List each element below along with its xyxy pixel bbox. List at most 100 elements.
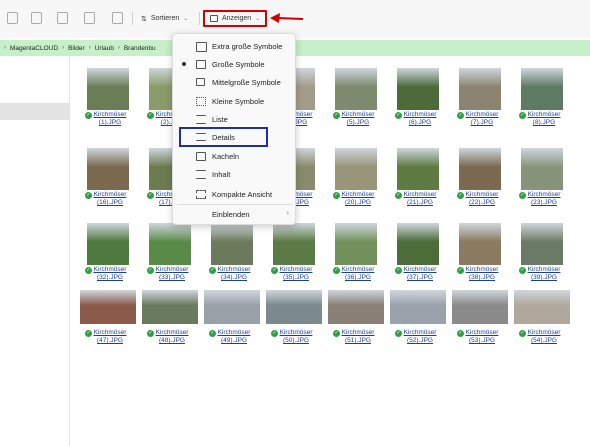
delete-icon[interactable] (112, 12, 123, 24)
file-name-suffix: (6).JPG (408, 119, 432, 126)
file-name: Kirchmöser (21).JPG (390, 191, 450, 207)
file-tile[interactable]: ✓ Kirchmöser (8).JPG (514, 68, 570, 130)
photo-thumbnail (211, 223, 253, 265)
file-name-prefix: Kirchmöser (93, 111, 127, 118)
file-tile[interactable]: ✓ Kirchmöser (1).JPG (80, 68, 136, 130)
nav-selected-item[interactable] (0, 103, 70, 120)
file-tile[interactable]: ✓ Kirchmöser (34).JPG (204, 223, 260, 285)
photo-thumbnail (273, 223, 315, 265)
file-name-suffix: (48).JPG (158, 337, 185, 344)
file-name-prefix: Kirchmöser (465, 266, 499, 273)
file-name: Kirchmöser (39).JPG (514, 266, 574, 282)
menu-item-compact-view[interactable]: Kompakte Ansicht (173, 186, 297, 204)
file-name: Kirchmöser (54).JPG (514, 329, 574, 345)
breadcrumb-item[interactable]: MagentaCLOUD (10, 45, 58, 52)
file-name-suffix: (47).JPG (96, 337, 123, 344)
photo-thumbnail (521, 223, 563, 265)
file-name: Kirchmöser (52).JPG (390, 329, 450, 345)
tiles-icon (196, 152, 206, 161)
extra-large-icons-icon (196, 42, 207, 52)
toolbar-divider (199, 12, 200, 25)
file-tile[interactable]: ✓ Kirchmöser (16).JPG (80, 148, 136, 210)
breadcrumb-item[interactable]: Urlaub (95, 45, 114, 52)
small-icons-icon (196, 97, 206, 106)
file-name-suffix: (5).JPG (346, 119, 370, 126)
menu-item-extra-large-icons[interactable]: Extra große Symbole (173, 38, 297, 56)
sort-label: Sortieren (150, 15, 180, 22)
file-tile[interactable]: ✓ Kirchmöser (38).JPG (452, 223, 508, 285)
file-tile[interactable]: ✓ Kirchmöser (36).JPG (328, 223, 384, 285)
file-name-prefix: Kirchmöser (341, 329, 375, 336)
file-name-prefix: Kirchmöser (217, 329, 251, 336)
photo-thumbnail (459, 223, 501, 265)
menu-item-tiles[interactable]: Kacheln (173, 148, 297, 166)
file-name: Kirchmöser (33).JPG (142, 266, 202, 282)
navigation-pane (0, 56, 70, 446)
file-tile[interactable]: ✓ Kirchmöser (32).JPG (80, 223, 136, 285)
menu-item-small-icons[interactable]: Kleine Symbole (173, 93, 297, 111)
file-name-suffix: (1).JPG (98, 119, 122, 126)
menu-item-medium-icons[interactable]: Mittelgroße Symbole (173, 74, 297, 92)
photo-thumbnail (397, 148, 439, 190)
breadcrumb-item[interactable]: Brandenbu (124, 45, 156, 52)
file-name-suffix: (39).JPG (530, 274, 557, 281)
file-tile[interactable]: ✓ Kirchmöser (21).JPG (390, 148, 446, 210)
file-tile[interactable]: ✓ Kirchmöser (35).JPG (266, 223, 322, 285)
file-name-suffix: (32).JPG (96, 274, 123, 281)
breadcrumb-item[interactable]: Bilder (68, 45, 85, 52)
list-icon (196, 115, 206, 124)
file-name: Kirchmöser (20).JPG (328, 191, 388, 207)
sort-icon: ⇅ (141, 15, 147, 23)
photo-thumbnail (80, 290, 136, 324)
file-tile[interactable]: ✓ Kirchmöser (50).JPG (266, 286, 322, 348)
file-tile[interactable]: ✓ Kirchmöser (37).JPG (390, 223, 446, 285)
view-label: Anzeigen (222, 15, 252, 22)
menu-item-content[interactable]: Inhalt (173, 166, 297, 184)
file-name: Kirchmöser (51).JPG (328, 329, 388, 345)
rename-icon[interactable] (84, 12, 95, 24)
chevron-down-icon: ⌄ (183, 16, 189, 22)
file-tile[interactable]: ✓ Kirchmöser (20).JPG (328, 148, 384, 210)
photo-thumbnail (397, 223, 439, 265)
menu-item-details[interactable]: Details (179, 127, 268, 147)
cut-icon[interactable] (7, 12, 18, 24)
file-name: Kirchmöser (8).JPG (514, 111, 574, 127)
file-name-suffix: (33).JPG (158, 274, 185, 281)
file-tile[interactable]: ✓ Kirchmöser (53).JPG (452, 286, 508, 348)
file-name-prefix: Kirchmöser (527, 111, 561, 118)
photo-thumbnail (335, 223, 377, 265)
file-tile[interactable]: ✓ Kirchmöser (7).JPG (452, 68, 508, 130)
file-name: Kirchmöser (38).JPG (452, 266, 512, 282)
file-name-suffix: (38).JPG (468, 274, 495, 281)
file-tile[interactable]: ✓ Kirchmöser (51).JPG (328, 286, 384, 348)
view-icon (210, 15, 218, 22)
view-button[interactable]: Anzeigen ⌄ (203, 10, 268, 27)
file-name-prefix: Kirchmöser (341, 111, 375, 118)
file-tile[interactable]: ✓ Kirchmöser (39).JPG (514, 223, 570, 285)
file-tile[interactable]: ✓ Kirchmöser (54).JPG (514, 286, 570, 348)
file-name: Kirchmöser (34).JPG (204, 266, 264, 282)
file-tile[interactable]: ✓ Kirchmöser (6).JPG (390, 68, 446, 130)
file-tile[interactable]: ✓ Kirchmöser (23).JPG (514, 148, 570, 210)
menu-item-large-icons[interactable]: Große Symbole (173, 56, 297, 74)
file-tile[interactable]: ✓ Kirchmöser (47).JPG (80, 286, 136, 348)
file-tile[interactable]: ✓ Kirchmöser (49).JPG (204, 286, 260, 348)
file-tile[interactable]: ✓ Kirchmöser (5).JPG (328, 68, 384, 130)
file-name-suffix: (16).JPG (96, 199, 123, 206)
photo-thumbnail (459, 148, 501, 190)
file-tile[interactable]: ✓ Kirchmöser (22).JPG (452, 148, 508, 210)
file-name-suffix: (8).JPG (532, 119, 556, 126)
photo-thumbnail (452, 290, 508, 324)
photo-thumbnail (335, 148, 377, 190)
menu-item-show[interactable]: Einblenden › (173, 206, 297, 224)
file-tile[interactable]: ✓ Kirchmöser (52).JPG (390, 286, 446, 348)
chevron-right-icon: › (4, 45, 6, 51)
file-tile[interactable]: ✓ Kirchmöser (48).JPG (142, 286, 198, 348)
file-name: Kirchmöser (48).JPG (142, 329, 202, 345)
paste-icon[interactable] (57, 12, 68, 24)
sort-button[interactable]: ⇅ Sortieren ⌄ (136, 10, 193, 27)
copy-icon[interactable] (31, 12, 42, 24)
file-name-suffix: (54).JPG (530, 337, 557, 344)
file-name: Kirchmöser (32).JPG (80, 266, 140, 282)
file-tile[interactable]: ✓ Kirchmöser (33).JPG (142, 223, 198, 285)
